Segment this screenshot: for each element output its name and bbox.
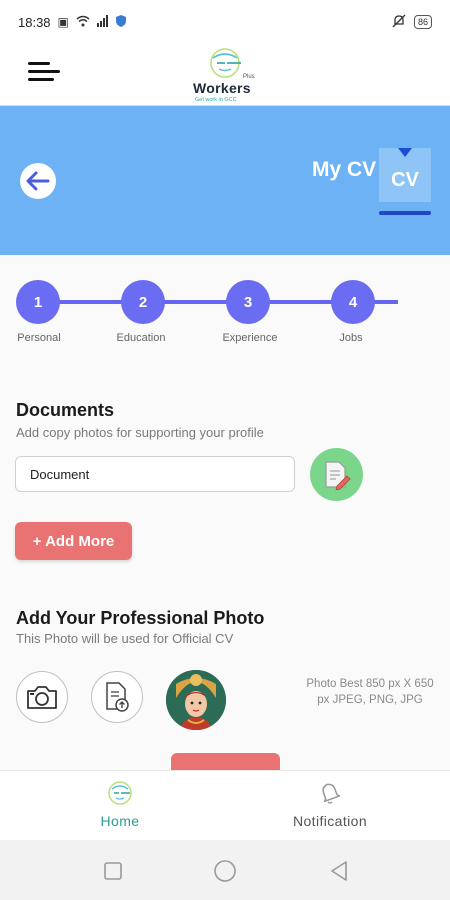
app-header: Workers Plus Get work in GCC (0, 44, 450, 106)
document-edit-icon (324, 460, 351, 490)
status-time: 18:38 (18, 14, 51, 30)
page-title: My CV (312, 158, 377, 181)
step-education[interactable]: 2 (121, 280, 165, 324)
tab-home[interactable]: Home (50, 779, 190, 835)
photo-requirements-note: Photo Best 850 px X 650 px JPEG, PNG, JP… (306, 678, 434, 706)
file-upload-button[interactable] (91, 671, 143, 723)
document-upload-button[interactable] (310, 448, 363, 501)
image-icon: ▣ (57, 15, 69, 29)
logo-brand: Workers (193, 80, 251, 96)
arrow-left-icon (26, 171, 50, 191)
file-upload-icon (106, 682, 129, 712)
photo-subtitle: This Photo will be used for Official CV (16, 631, 234, 646)
page-banner: My CV CV (0, 106, 450, 255)
camera-icon (27, 686, 57, 709)
square-icon[interactable] (100, 858, 126, 884)
tab-notification-label: Notification (292, 813, 368, 829)
step-label-experience: Experience (222, 332, 278, 344)
step-label-personal: Personal (17, 332, 61, 344)
logo-tagline: Get work in GCC (195, 97, 237, 103)
battery-icon: 86 (413, 15, 432, 29)
wifi-icon (76, 15, 90, 30)
bottom-tab-bar: Home Notification (0, 770, 450, 840)
shield-icon (115, 14, 126, 30)
document-name-input[interactable] (15, 456, 295, 492)
cv-badge-label: CV (391, 169, 419, 191)
photo-title: Add Your Professional Photo (16, 608, 265, 628)
step-jobs[interactable]: 4 (331, 280, 375, 324)
camera-button[interactable] (16, 671, 68, 723)
step-label-jobs: Jobs (339, 332, 363, 344)
step-experience[interactable]: 3 (226, 280, 270, 324)
profile-photo[interactable] (166, 670, 226, 730)
profile-photo-image (166, 670, 226, 730)
step-label-education: Education (116, 332, 166, 344)
bell-icon (322, 783, 341, 804)
circle-icon[interactable] (212, 858, 238, 884)
app-logo: Workers Plus Get work in GCC (185, 48, 265, 104)
back-button[interactable] (20, 163, 56, 199)
hamburger-menu-icon[interactable] (28, 60, 62, 84)
tab-notification[interactable]: Notification (260, 779, 400, 835)
logo-plus: Plus (243, 74, 255, 80)
signal-icon (96, 14, 109, 30)
logo-mark-icon (210, 48, 241, 78)
documents-title: Documents (16, 400, 115, 420)
cv-underline (379, 211, 431, 215)
cv-stepper: 1 2 3 4 Personal Education Experience Jo… (0, 270, 450, 350)
tab-home-label: Home (100, 813, 140, 829)
triangle-down-icon (398, 148, 412, 157)
cv-badge: CV (379, 148, 431, 202)
mute-icon (392, 14, 406, 31)
status-bar: 18:38 ▣ 86 (0, 0, 450, 44)
documents-subtitle: Add copy photos for supporting your prof… (16, 425, 264, 440)
step-personal[interactable]: 1 (16, 280, 60, 324)
triangle-back-icon[interactable] (326, 858, 352, 884)
add-more-button[interactable]: + Add More (15, 522, 132, 560)
system-nav-bar (0, 840, 450, 900)
home-icon (108, 781, 132, 805)
